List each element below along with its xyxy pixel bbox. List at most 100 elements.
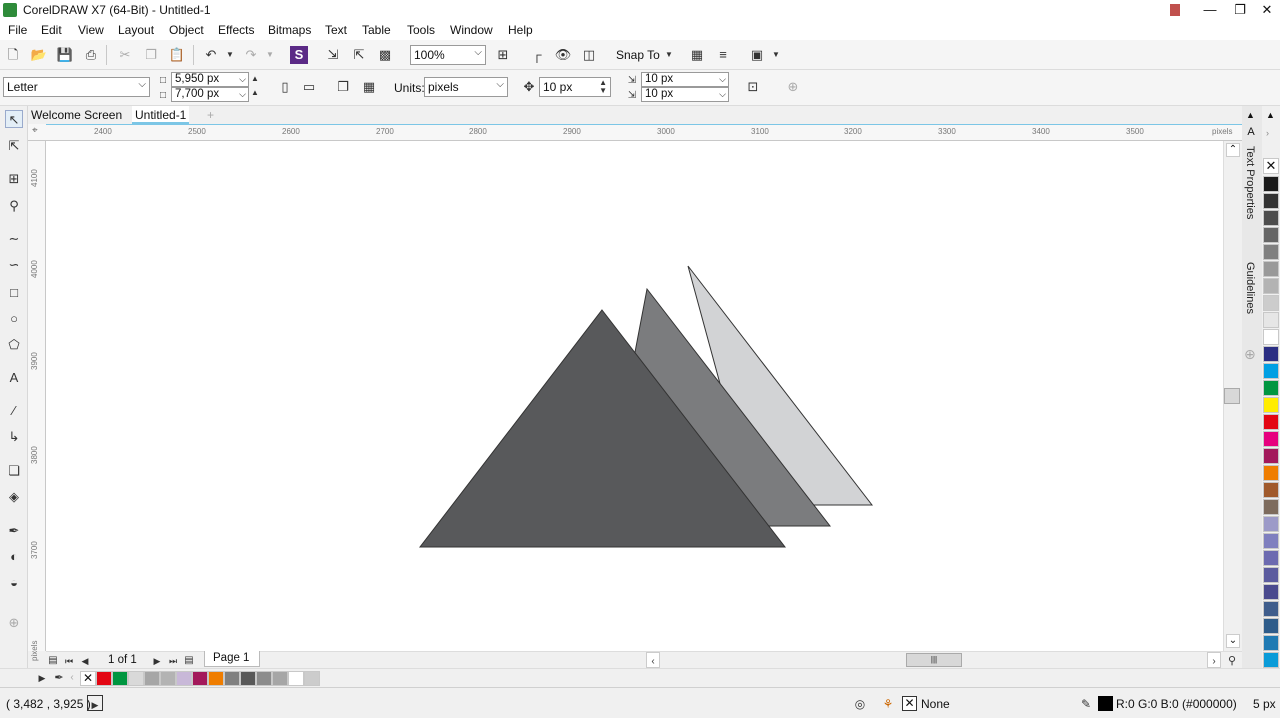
fill-none-swatch[interactable]: ✕ — [902, 696, 917, 711]
search-content-icon[interactable]: S — [290, 46, 308, 64]
treat-as-filled-icon[interactable]: ⊡ — [744, 78, 762, 96]
outline-color-swatch[interactable] — [1098, 696, 1113, 711]
cut-icon[interactable]: ✂ — [116, 46, 134, 64]
drawing-canvas[interactable] — [46, 141, 1223, 651]
document-palette-swatch[interactable] — [128, 671, 144, 686]
open-icon[interactable]: 📂 — [30, 46, 48, 64]
show-guidelines-icon[interactable]: ◫ — [580, 46, 598, 64]
full-screen-preview-icon[interactable]: ⊞ — [494, 46, 512, 64]
size-spinner-icon[interactable]: ▲ ▲ — [249, 72, 261, 102]
palette-swatch[interactable] — [1263, 295, 1279, 311]
document-palette-swatch[interactable] — [304, 671, 320, 686]
duplicate-x-field[interactable]: 10 px ⌵ — [641, 72, 729, 87]
palette-swatch[interactable] — [1263, 261, 1279, 277]
document-palette-swatch[interactable] — [288, 671, 304, 686]
new-document-icon[interactable]: 🗋 — [4, 46, 22, 64]
menu-text[interactable]: Text — [325, 23, 347, 37]
artistic-media-tool-icon[interactable]: ∽ — [5, 256, 23, 274]
palette-swatch[interactable] — [1263, 533, 1279, 549]
tab-untitled-1[interactable]: Untitled-1 — [132, 106, 190, 124]
parallel-dimension-tool-icon[interactable]: ∕ — [5, 402, 23, 420]
palette-swatch[interactable] — [1263, 499, 1279, 515]
document-palette-swatch[interactable] — [96, 671, 112, 686]
pick-tool-icon[interactable]: ↖ — [5, 110, 23, 128]
units-combo[interactable]: pixels ⌵ — [424, 77, 508, 97]
docker-tab-guidelines[interactable]: Guidelines — [1244, 262, 1256, 314]
palette-swatch[interactable] — [1263, 431, 1279, 447]
user-icon[interactable] — [1160, 0, 1190, 20]
vertical-scrollbar[interactable]: ⌃ ⌄ — [1223, 141, 1242, 651]
palette-swatch[interactable] — [1263, 227, 1279, 243]
palette-swatch[interactable] — [1263, 414, 1279, 430]
menu-table[interactable]: Table — [362, 23, 391, 37]
vertical-ruler[interactable]: 4100 4000 3900 3800 3700 pixels — [28, 141, 46, 661]
close-button[interactable]: ✕ — [1252, 0, 1280, 20]
options-icon[interactable]: ≡ — [714, 46, 732, 64]
last-page-icon[interactable]: ⏭ — [166, 652, 180, 668]
docker-scroll-up-icon[interactable]: ▲ — [1246, 110, 1255, 120]
restore-button[interactable]: ❐ — [1225, 0, 1255, 20]
palette-swatch[interactable] — [1263, 278, 1279, 294]
no-color-swatch[interactable]: ✕ — [1263, 158, 1279, 174]
menu-help[interactable]: Help — [508, 23, 533, 37]
page-width-field[interactable]: 5,950 px ⌵ — [171, 72, 249, 87]
all-pages-icon[interactable]: ❐ — [334, 78, 352, 96]
menu-file[interactable]: File — [8, 23, 27, 37]
current-page-icon[interactable]: ▦ — [360, 78, 378, 96]
color-eyedropper-tool-icon[interactable]: ✒ — [5, 522, 23, 540]
page-tab-page-1[interactable]: Page 1 — [204, 651, 260, 667]
palette-swatch[interactable] — [1263, 584, 1279, 600]
palette-menu-icon[interactable]: ▶ — [36, 669, 48, 686]
eyedropper-icon[interactable]: ✒ — [52, 669, 66, 686]
minimize-button[interactable]: — — [1195, 0, 1225, 20]
palette-swatch[interactable] — [1263, 567, 1279, 583]
document-palette-swatch[interactable] — [208, 671, 224, 686]
menu-window[interactable]: Window — [450, 23, 493, 37]
add-page-after-icon[interactable]: ▤ — [182, 652, 196, 668]
palette-swatch[interactable] — [1263, 380, 1279, 396]
palette-swatch[interactable] — [1263, 210, 1279, 226]
publish-pdf-icon[interactable]: ▩ — [376, 46, 394, 64]
smart-fill-tool-icon[interactable]: ◒ — [5, 574, 23, 592]
palette-swatch[interactable] — [1263, 550, 1279, 566]
import-icon[interactable]: ⇲ — [324, 46, 342, 64]
copy-icon[interactable]: ❐ — [142, 46, 160, 64]
palette-swatch[interactable] — [1263, 448, 1279, 464]
menu-effects[interactable]: Effects — [218, 23, 254, 37]
docker-tab-text-properties[interactable]: Text Properties — [1244, 146, 1256, 219]
launch-icon[interactable]: ▣ — [748, 46, 766, 64]
drop-shadow-tool-icon[interactable]: ❏ — [5, 462, 23, 480]
polygon-tool-icon[interactable]: ⬠ — [5, 336, 23, 354]
palette-swatch[interactable] — [1263, 363, 1279, 379]
scroll-right-icon[interactable]: › — [1207, 652, 1221, 668]
portrait-icon[interactable]: ▯ — [276, 78, 294, 96]
nudge-distance-field[interactable]: 10 px ▲ ▼ — [539, 77, 611, 97]
document-palette-swatch[interactable] — [112, 671, 128, 686]
rectangle-tool-icon[interactable]: □ — [5, 284, 23, 302]
no-color-swatch[interactable]: ✕ — [80, 671, 96, 686]
quick-customize-icon[interactable]: ⊕ — [784, 78, 802, 96]
connector-tool-icon[interactable]: ↳ — [5, 428, 23, 446]
scroll-down-icon[interactable]: ⌄ — [1226, 634, 1240, 648]
palette-swatch[interactable] — [1263, 601, 1279, 617]
menu-edit[interactable]: Edit — [41, 23, 62, 37]
paste-icon[interactable]: 📋 — [168, 46, 186, 64]
zoom-tool-icon[interactable]: ⚲ — [5, 197, 23, 215]
palette-swatch[interactable] — [1263, 244, 1279, 260]
crop-tool-icon[interactable]: ⊞ — [5, 170, 23, 188]
document-palette-swatch[interactable] — [176, 671, 192, 686]
document-palette-swatch[interactable] — [224, 671, 240, 686]
document-palette-swatch[interactable] — [240, 671, 256, 686]
scroll-left-icon[interactable]: ‹ — [66, 669, 78, 686]
landscape-icon[interactable]: ▭ — [300, 78, 318, 96]
quick-customize-icon[interactable]: ⊕ — [5, 614, 23, 632]
next-page-icon[interactable]: ▶ — [150, 652, 164, 668]
color-proof-icon[interactable]: ◎ — [852, 695, 868, 711]
palette-scroll-up-icon[interactable]: ▲ — [1266, 110, 1275, 120]
palette-swatch[interactable] — [1263, 176, 1279, 192]
palette-swatch[interactable] — [1263, 652, 1279, 668]
menu-layout[interactable]: Layout — [118, 23, 154, 37]
tab-welcome-screen[interactable]: Welcome Screen — [28, 106, 125, 124]
vertical-scroll-thumb[interactable] — [1224, 388, 1240, 404]
zoom-navigator-icon[interactable]: ⚲ — [1224, 652, 1240, 668]
